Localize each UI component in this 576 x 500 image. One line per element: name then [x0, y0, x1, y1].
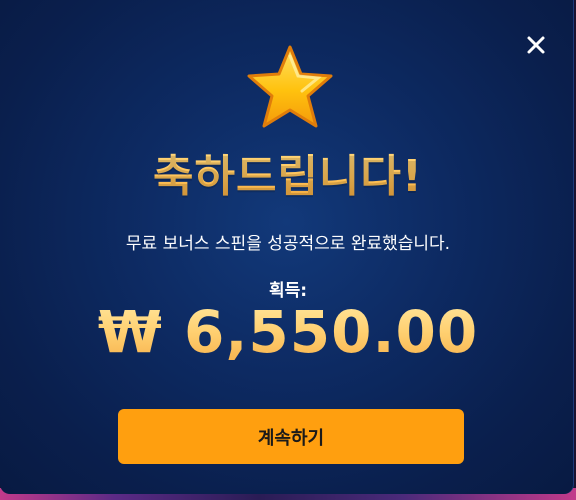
- close-button[interactable]: [521, 30, 551, 60]
- earned-amount: ₩ 6,550.00: [0, 298, 576, 366]
- bonus-complete-modal: 축하드립니다! 무료 보너스 스핀을 성공적으로 완료했습니다. 획득: ₩ 6…: [0, 0, 574, 494]
- continue-button[interactable]: 계속하기: [118, 409, 464, 464]
- close-icon: [527, 36, 545, 54]
- star-icon: [247, 45, 333, 128]
- completion-message: 무료 보너스 스핀을 성공적으로 완료했습니다.: [125, 234, 451, 254]
- modal-title: 축하드립니다!: [0, 140, 576, 204]
